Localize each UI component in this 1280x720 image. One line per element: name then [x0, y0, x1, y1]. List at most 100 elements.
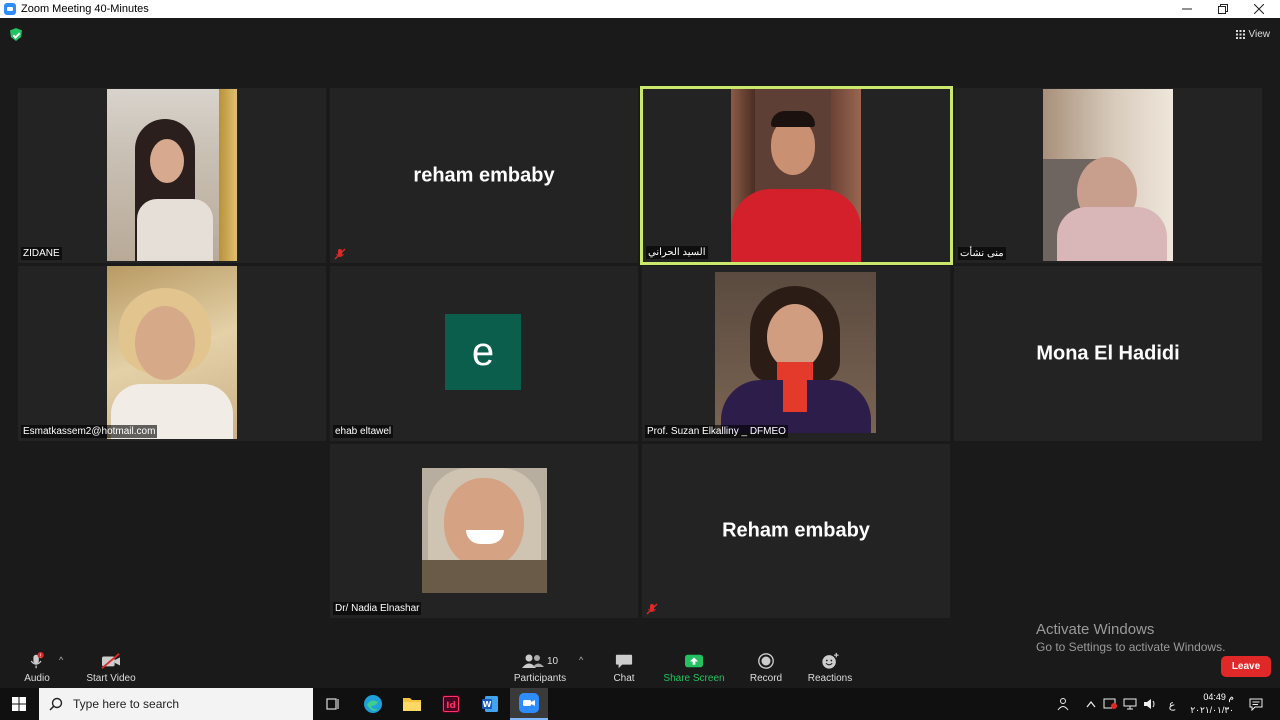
watermark-subtitle: Go to Settings to activate Windows. — [1036, 640, 1226, 654]
video-tile-nadia-elnashar[interactable]: Dr/ Nadia Elnashar — [330, 444, 638, 618]
record-icon — [758, 653, 774, 669]
svg-text:W: W — [483, 700, 492, 709]
activate-windows-watermark: Activate Windows Go to Settings to activ… — [1036, 621, 1225, 654]
muted-mic-icon — [646, 603, 658, 615]
input-language-indicator[interactable]: ع — [1162, 688, 1182, 720]
share-screen-label: Share Screen — [663, 673, 725, 684]
video-tile-active-speaker[interactable]: السيد الحراني — [640, 86, 953, 265]
watermark-title: Activate Windows — [1036, 621, 1155, 638]
video-tile-mona-el-hadidi[interactable]: Mona El Hadidi — [954, 266, 1262, 441]
taskbar-indesign-app[interactable]: Id — [432, 688, 470, 720]
windows-logo-icon — [12, 697, 26, 711]
restore-icon — [1218, 4, 1228, 14]
video-camera-off-icon — [101, 653, 120, 669]
video-tile-suzan-elkalliny[interactable]: Prof. Suzan Elkalliny _ DFMEO — [642, 266, 950, 441]
participants-count: 10 — [546, 655, 559, 667]
audio-alert-badge: ! — [40, 653, 42, 659]
smiley-reaction-icon — [822, 652, 839, 669]
record-button[interactable]: Record — [731, 648, 801, 686]
participant-name: Prof. Suzan Elkalliny _ DFMEO — [645, 425, 788, 438]
participant-video — [1043, 89, 1173, 261]
word-icon: W — [482, 696, 498, 712]
participant-name: ehab eltawel — [333, 425, 394, 438]
taskbar-clock[interactable]: 04:49 م ٢٠٢١/٠١/٣٠ — [1188, 691, 1234, 717]
taskbar-search-box[interactable]: Type here to search — [39, 688, 313, 720]
defender-tray-icon[interactable] — [1100, 688, 1120, 720]
taskbar-word-app[interactable]: W — [471, 688, 509, 720]
leave-button[interactable]: Leave — [1221, 656, 1271, 677]
video-tile-ehab-eltawel[interactable]: e ehab eltawel — [330, 266, 638, 441]
start-video-label: Start Video — [86, 673, 136, 684]
people-icon — [1057, 698, 1069, 711]
notification-icon — [1249, 698, 1263, 711]
notification-center-button[interactable] — [1244, 688, 1268, 720]
grid-view-icon — [1235, 30, 1245, 39]
window-titlebar: Zoom Meeting 40-Minutes — [0, 0, 1280, 18]
zoom-icon — [519, 693, 539, 713]
participant-name: Esmatkassem2@hotmail.com — [21, 425, 158, 438]
close-icon — [1254, 4, 1264, 14]
security-shield-icon[interactable] — [10, 28, 22, 41]
audio-button[interactable]: ! Audio — [2, 648, 72, 686]
taskbar-zoom-app[interactable] — [510, 688, 548, 720]
record-label: Record — [749, 673, 783, 684]
network-icon — [1123, 698, 1137, 710]
participant-display-name: Reham embaby — [722, 519, 870, 542]
indesign-icon: Id — [442, 695, 460, 713]
people-tray-icon[interactable] — [1052, 688, 1074, 720]
start-button[interactable] — [0, 688, 38, 720]
participant-display-name: Mona El Hadidi — [1036, 342, 1180, 364]
network-tray-icon[interactable] — [1120, 688, 1140, 720]
participant-name: Dr/ Nadia Elnashar — [333, 602, 422, 615]
taskbar-edge-app[interactable] — [354, 688, 392, 720]
speaker-volume-icon — [1144, 699, 1155, 709]
search-placeholder: Type here to search — [73, 697, 180, 711]
share-screen-icon — [685, 654, 703, 668]
video-tile-reham-embaby-2[interactable]: Reham embaby — [642, 444, 950, 618]
video-tile-esmat[interactable]: Esmatkassem2@hotmail.com — [18, 266, 326, 441]
start-video-button[interactable]: Start Video — [76, 648, 146, 686]
microphone-icon: ! — [30, 652, 44, 669]
muted-mic-icon — [334, 248, 346, 260]
participant-name: منى نشأت — [958, 247, 1006, 260]
participant-avatar: e — [445, 314, 521, 390]
show-hidden-icons-button[interactable] — [1082, 688, 1100, 720]
clock-time: 04:49 م — [1203, 692, 1234, 702]
close-button[interactable] — [1241, 0, 1277, 18]
task-view-button[interactable] — [314, 688, 352, 720]
view-button[interactable]: View — [1235, 27, 1271, 42]
security-alert-icon — [1103, 698, 1117, 709]
taskbar-file-explorer-app[interactable] — [393, 688, 431, 720]
participants-options-caret[interactable]: ^ — [579, 655, 583, 665]
share-screen-button[interactable]: Share Screen — [659, 648, 729, 686]
reactions-label: Reactions — [807, 673, 853, 684]
clock-date: ٢٠٢١/٠١/٣٠ — [1190, 705, 1234, 715]
video-tile-zidane[interactable]: ZIDANE — [18, 88, 326, 263]
chat-label: Chat — [613, 673, 635, 684]
participants-label: Participants — [513, 673, 567, 684]
svg-text:Id: Id — [446, 701, 456, 711]
minimize-icon — [1182, 8, 1192, 10]
restore-button[interactable] — [1205, 0, 1241, 18]
video-tile-reham-embaby[interactable]: reham embaby — [330, 88, 638, 263]
video-tile-mona-nashat[interactable]: منى نشأت — [955, 88, 1262, 263]
participant-video — [107, 266, 237, 439]
participants-button[interactable]: 10 Participants — [505, 648, 575, 686]
participant-video — [107, 89, 237, 261]
audio-label: Audio — [24, 673, 50, 684]
participant-video — [731, 89, 861, 262]
participant-photo — [422, 468, 547, 593]
zoom-app-icon — [4, 3, 16, 15]
chevron-up-icon — [1086, 701, 1096, 708]
participant-name: السيد الحراني — [646, 246, 708, 259]
view-label: View — [1248, 29, 1271, 40]
windows-taskbar: Type here to search Id W ع 04:49 م ٢٠٢١/… — [0, 688, 1280, 720]
volume-tray-icon[interactable] — [1140, 688, 1160, 720]
participants-icon — [521, 654, 544, 668]
minimize-button[interactable] — [1169, 0, 1205, 18]
reactions-button[interactable]: Reactions — [795, 648, 865, 686]
participant-display-name: reham embaby — [413, 164, 555, 186]
chat-button[interactable]: Chat — [589, 648, 659, 686]
participant-name: ZIDANE — [21, 247, 62, 260]
audio-options-caret[interactable]: ^ — [59, 655, 63, 665]
